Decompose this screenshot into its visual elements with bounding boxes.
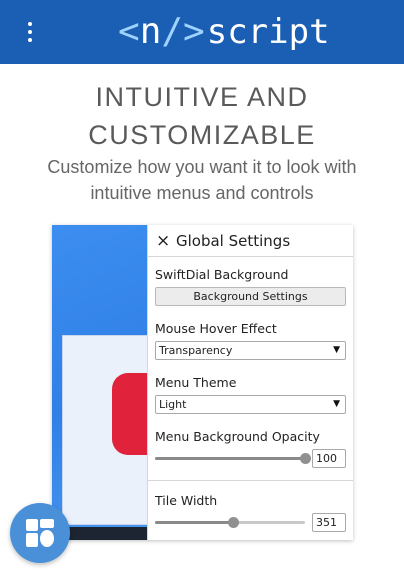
menu-theme-select[interactable]: Light ▼	[155, 395, 346, 414]
panel-title: Global Settings	[176, 231, 291, 250]
slider-fill	[155, 521, 233, 524]
global-settings-panel: × Global Settings SwiftDial Background B…	[147, 225, 353, 540]
logo-word: script	[206, 12, 330, 52]
dropdown-arrow-icon: ▼	[333, 399, 340, 409]
logo-open-bracket: <	[118, 11, 140, 52]
settings-screenshot: × Global Settings SwiftDial Background B…	[52, 225, 353, 540]
slider-thumb[interactable]	[300, 453, 311, 464]
section-divider	[148, 480, 353, 481]
more-vert-icon[interactable]	[18, 18, 42, 46]
background-settings-button[interactable]: Background Settings	[155, 287, 346, 306]
menu-background-opacity-label: Menu Background Opacity	[155, 429, 320, 444]
slider-thumb[interactable]	[228, 517, 239, 528]
tile-width-input[interactable]: 351	[312, 513, 346, 532]
logo-n: n	[139, 11, 162, 52]
tile-width-slider[interactable]	[155, 515, 305, 529]
mouse-hover-effect-value: Transparency	[159, 344, 233, 357]
hero-title: INTUITIVE AND CUSTOMIZABLE	[88, 82, 316, 150]
dropdown-arrow-icon: ▼	[333, 345, 340, 355]
mouse-hover-effect-select[interactable]: Transparency ▼	[155, 341, 346, 360]
swiftdial-background-label: SwiftDial Background	[155, 267, 289, 282]
tile-width-label: Tile Width	[155, 493, 218, 508]
desktop-background	[52, 225, 152, 540]
logo-slash-bracket: />	[161, 11, 205, 52]
menu-theme-value: Light	[159, 398, 187, 411]
close-icon[interactable]: ×	[156, 231, 172, 251]
mouse-hover-effect-label: Mouse Hover Effect	[155, 321, 277, 336]
panel-header: × Global Settings	[148, 225, 353, 257]
opacity-slider[interactable]	[155, 451, 311, 465]
slider-fill	[155, 457, 305, 460]
logo[interactable]: < n/> script	[118, 10, 330, 54]
hero-subtitle: Customize how you want it to look with i…	[47, 157, 357, 203]
menu-theme-label: Menu Theme	[155, 375, 237, 390]
desktop-red-shape	[112, 373, 152, 455]
apps-grid-button[interactable]	[10, 503, 70, 563]
app-header: < n/> script	[0, 0, 404, 64]
opacity-input[interactable]: 100	[312, 449, 346, 468]
